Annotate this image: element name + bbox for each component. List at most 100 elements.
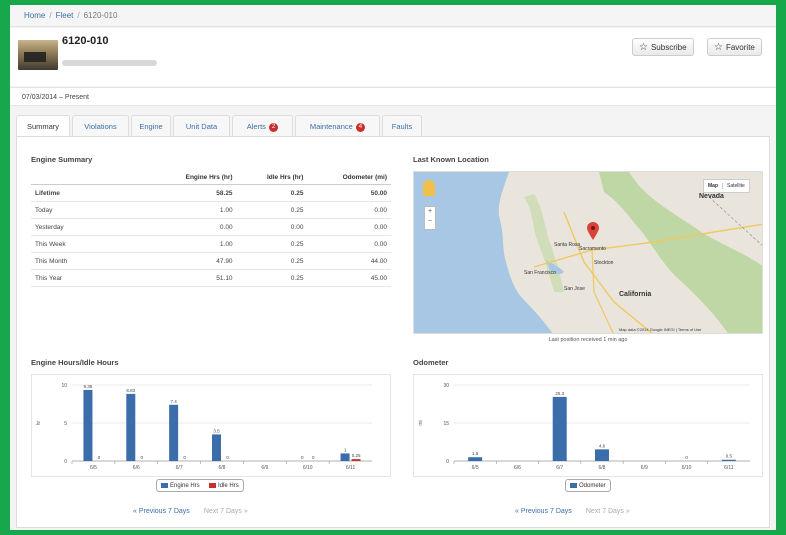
data-label: 3.5 bbox=[213, 428, 220, 433]
legend-swatch bbox=[209, 482, 217, 488]
data-label: 8.83 bbox=[126, 388, 135, 393]
x-tick-label: 6/6 bbox=[133, 465, 140, 471]
tab-unit-data[interactable]: Unit Data bbox=[173, 115, 230, 136]
app-frame: Home / Fleet/6120-010 6120-010 ☆ Subscribe … bbox=[10, 5, 776, 530]
x-tick-label: 6/9 bbox=[641, 465, 648, 471]
previous-7-days-link[interactable]: « Previous 7 Days bbox=[133, 508, 190, 515]
unit-title: 6120-010 bbox=[62, 35, 109, 47]
table-cell: 0.00 bbox=[307, 235, 391, 253]
subscribe-button[interactable]: ☆ Subscribe bbox=[632, 38, 694, 56]
y-axis-label: hr bbox=[36, 420, 42, 425]
zoom-out-icon[interactable]: − bbox=[428, 218, 432, 225]
table-cell: Yesterday bbox=[31, 218, 149, 236]
data-label: 0 bbox=[685, 455, 688, 460]
table-cell: 0.00 bbox=[307, 218, 391, 236]
tab-maintenance[interactable]: Maintenance 4 bbox=[295, 115, 380, 136]
y-tick-label: 5 bbox=[64, 421, 67, 427]
data-label: 0 bbox=[141, 455, 144, 460]
data-label: 1 bbox=[344, 447, 347, 452]
tab-label: Violations bbox=[84, 122, 117, 131]
x-tick-label: 6/7 bbox=[176, 465, 183, 471]
column-header: Engine Hrs (hr) bbox=[149, 170, 237, 185]
table-cell: 1.00 bbox=[149, 201, 237, 219]
data-label: 0.25 bbox=[352, 453, 361, 458]
tab-label: Maintenance bbox=[309, 122, 353, 131]
table-header-row: Engine Hrs (hr) Idle Hrs (hr) Odometer (… bbox=[31, 170, 391, 185]
tab-engine[interactable]: Engine bbox=[131, 115, 171, 136]
street-view-pegman-icon[interactable] bbox=[423, 180, 435, 196]
tab-violations[interactable]: Violations bbox=[72, 115, 129, 136]
table-cell: Today bbox=[31, 201, 149, 219]
legend-label: Engine Hrs bbox=[170, 483, 200, 489]
zoom-in-icon[interactable]: + bbox=[428, 208, 432, 215]
tab-label: Alerts bbox=[246, 122, 266, 131]
location-caption: Last position received 1 min ago bbox=[548, 337, 628, 343]
table-cell: 51.10 bbox=[149, 269, 237, 287]
summary-panel: Engine Summary Engine Hrs (hr) Idle Hrs … bbox=[16, 136, 770, 528]
x-tick-label: 6/5 bbox=[90, 465, 97, 471]
table-row: Today 1.00 0.25 0.00 bbox=[31, 201, 391, 219]
bar bbox=[169, 404, 179, 461]
x-tick-label: 6/7 bbox=[556, 465, 563, 471]
breadcrumb-fleet[interactable]: Fleet bbox=[56, 11, 74, 20]
y-axis-label: mi bbox=[418, 420, 424, 425]
engine-chart-legend: Engine Hrs Idle Hrs bbox=[156, 479, 244, 492]
tab-label: Engine bbox=[139, 122, 163, 131]
engine-summary-title: Engine Summary bbox=[31, 155, 93, 164]
location-pin-icon[interactable] bbox=[587, 222, 599, 240]
table-cell: 0.00 bbox=[236, 218, 308, 236]
zoom-control[interactable]: + − bbox=[424, 206, 436, 230]
odometer-chart-pager: « Previous 7 Days Next 7 Days » bbox=[515, 508, 630, 515]
tab-faults[interactable]: Faults bbox=[382, 115, 422, 136]
x-tick-label: 6/11 bbox=[724, 465, 734, 471]
map-type-satellite[interactable]: Satellite bbox=[722, 183, 749, 189]
location-map[interactable]: Santa Rosa Sacramento San Francisco San … bbox=[413, 171, 763, 334]
tab-summary[interactable]: Summary bbox=[16, 115, 70, 137]
table-row: This Month 47.90 0.25 44.00 bbox=[31, 252, 391, 270]
favorite-label: Favorite bbox=[725, 43, 755, 52]
table-cell: 1.00 bbox=[149, 235, 237, 253]
maintenance-count-badge: 4 bbox=[355, 122, 366, 132]
y-tick-label: 10 bbox=[61, 383, 67, 389]
table-cell: 0.25 bbox=[236, 252, 308, 270]
date-range: 07/03/2014 – Present bbox=[10, 87, 776, 106]
tab-alerts[interactable]: Alerts 2 bbox=[232, 115, 293, 136]
map-attribution: Map data ©2014 Google INEGI | Terms of U… bbox=[619, 327, 702, 332]
y-tick-label: 0 bbox=[446, 459, 449, 465]
table-cell: 0.00 bbox=[149, 218, 237, 236]
data-label: 0 bbox=[301, 455, 304, 460]
bar bbox=[721, 459, 736, 461]
y-tick-label: 30 bbox=[443, 383, 449, 389]
bar bbox=[83, 389, 93, 461]
table-cell: This Year bbox=[31, 269, 149, 287]
data-label: 25.3 bbox=[555, 391, 564, 396]
table-cell: 58.25 bbox=[149, 184, 237, 202]
unit-subtitle-redacted bbox=[62, 60, 157, 66]
favorite-button[interactable]: ☆ Favorite bbox=[707, 38, 762, 56]
data-label: 4.6 bbox=[599, 443, 606, 448]
map-label-santa-rosa: Santa Rosa bbox=[554, 242, 580, 248]
breadcrumb-home[interactable]: Home bbox=[24, 11, 45, 20]
tab-label: Unit Data bbox=[185, 122, 218, 131]
bar bbox=[126, 393, 136, 461]
data-label: 1.5 bbox=[472, 451, 479, 456]
previous-7-days-link[interactable]: « Previous 7 Days bbox=[515, 508, 572, 515]
table-cell: 0.25 bbox=[236, 201, 308, 219]
subscribe-label: Subscribe bbox=[650, 43, 687, 52]
map-type-map[interactable]: Map bbox=[704, 183, 722, 189]
table-cell: 0.00 bbox=[307, 201, 391, 219]
x-tick-label: 6/6 bbox=[514, 465, 521, 471]
table-cell: Lifetime bbox=[31, 184, 149, 202]
x-tick-label: 6/5 bbox=[472, 465, 479, 471]
data-label: 0 bbox=[98, 455, 101, 460]
table-row: Lifetime 58.25 0.25 50.00 bbox=[31, 184, 391, 202]
legend-label: Odometer bbox=[579, 483, 606, 489]
alerts-count-badge: 2 bbox=[268, 122, 279, 132]
bar bbox=[351, 459, 361, 461]
table-row: This Week 1.00 0.25 0.00 bbox=[31, 235, 391, 253]
x-tick-label: 6/8 bbox=[599, 465, 606, 471]
data-label: 0 bbox=[226, 455, 229, 460]
data-label: 0 bbox=[183, 455, 186, 460]
engine-summary-table: Engine Hrs (hr) Idle Hrs (hr) Odometer (… bbox=[31, 170, 391, 287]
map-label-stockton: Stockton bbox=[594, 260, 614, 266]
